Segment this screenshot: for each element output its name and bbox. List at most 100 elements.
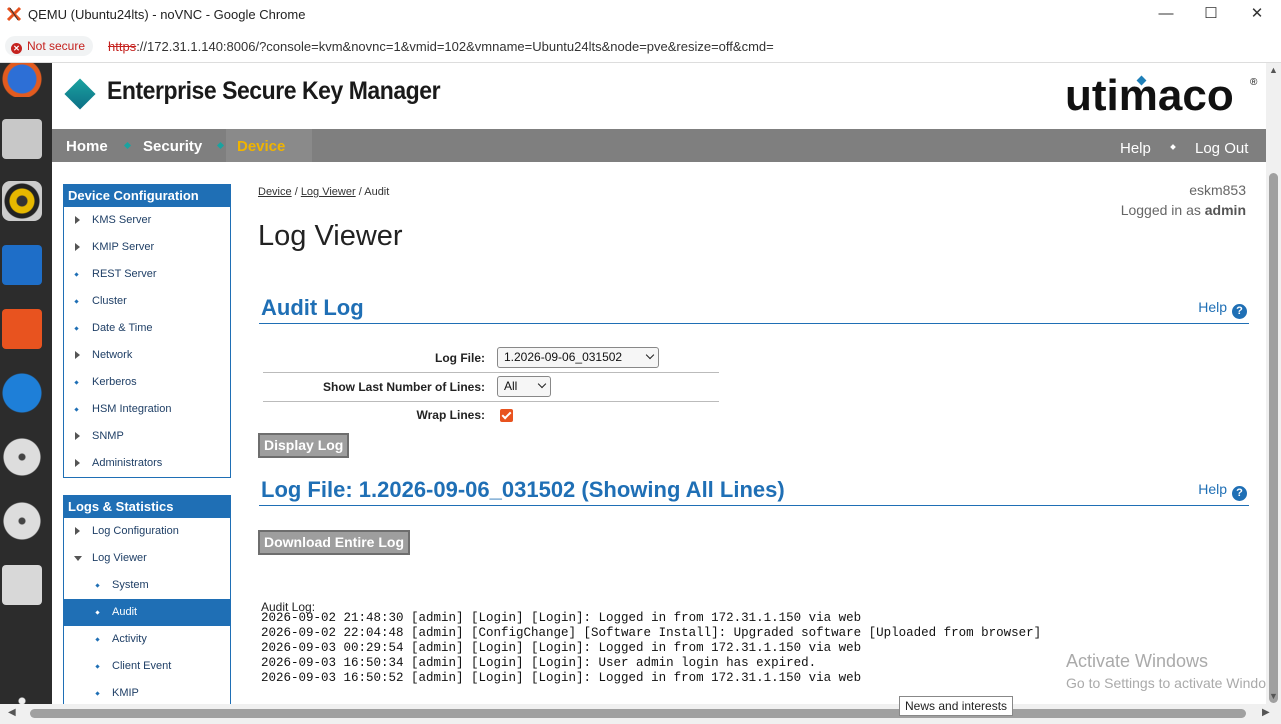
scroll-left-icon[interactable]: ◀ xyxy=(8,707,16,718)
sidebar-item-label: Audit xyxy=(112,606,138,618)
nav-home[interactable]: Home xyxy=(66,138,108,155)
sidebar-item-administrators[interactable]: Administrators xyxy=(64,450,230,477)
sidebar-item-label: Log Viewer xyxy=(92,552,147,564)
sidebar-item-label: KMS Server xyxy=(92,214,152,226)
app-title: Enterprise Secure Key Manager xyxy=(107,77,441,105)
log-file-select[interactable]: 1.2026-09-06_031502 xyxy=(497,347,659,368)
logged-in-prefix: Logged in as xyxy=(1120,202,1205,218)
help-label: Help xyxy=(1198,481,1227,497)
sidebar-item-log-configuration[interactable]: Log Configuration xyxy=(64,518,230,545)
eskm-logo-icon xyxy=(64,78,96,110)
sidebar-item-hsm-integration[interactable]: HSM Integration xyxy=(64,396,230,423)
nav-help[interactable]: Help xyxy=(1120,140,1151,157)
sidebar-item-activity[interactable]: Activity xyxy=(64,626,230,653)
log-line: 2026-09-03 00:29:54 [admin] [Login] [Log… xyxy=(261,641,862,655)
sidebar-item-label: Activity xyxy=(112,633,147,645)
scroll-down-icon[interactable]: ▼ xyxy=(1269,691,1278,701)
log-line: 2026-09-03 16:50:34 [admin] [Login] [Log… xyxy=(261,656,817,670)
sidebar-item-date-time[interactable]: Date & Time xyxy=(64,315,230,342)
page-title: Log Viewer xyxy=(258,220,403,252)
minimize-button[interactable]: — xyxy=(1155,4,1177,24)
sidebar-item-cluster[interactable]: Cluster xyxy=(64,288,230,315)
sidebar-item-kmip[interactable]: KMIP xyxy=(64,680,230,704)
breadcrumb-log-viewer[interactable]: Log Viewer xyxy=(301,186,356,198)
nav-items: Home Security Device Help Log Out xyxy=(52,129,1266,162)
sidebar-item-kerberos[interactable]: Kerberos xyxy=(64,369,230,396)
trash-icon[interactable] xyxy=(2,565,42,605)
nav-security[interactable]: Security xyxy=(143,138,202,155)
qemu-logo-icon xyxy=(6,6,22,22)
display-log-button[interactable]: Display Log xyxy=(258,433,350,458)
disc-icon-2[interactable] xyxy=(2,501,42,541)
show-lines-value: All xyxy=(504,379,518,393)
show-lines-row: Show Last Number of Lines: All xyxy=(263,373,719,402)
nav-separator xyxy=(216,141,225,150)
sidebar-item-label: Kerberos xyxy=(92,376,137,388)
not-secure-label: Not secure xyxy=(27,39,86,53)
scroll-up-icon[interactable]: ▲ xyxy=(1269,65,1278,75)
help-icon[interactable] xyxy=(2,373,42,413)
device-config-title: Device Configuration xyxy=(64,185,230,207)
collapse-triangle-icon xyxy=(74,556,82,561)
app-center-icon[interactable] xyxy=(2,309,42,349)
not-secure-badge[interactable]: ✕ Not secure xyxy=(5,36,94,56)
activate-windows-subtitle: Go to Settings to activate Windo xyxy=(1066,675,1266,691)
logged-in-as: Logged in as admin xyxy=(1121,200,1246,220)
maximize-button[interactable]: ☐ xyxy=(1200,4,1222,24)
wrap-lines-checkbox[interactable] xyxy=(500,409,513,422)
sidebar-item-log-viewer[interactable]: Log Viewer xyxy=(64,545,230,572)
help-icon: ? xyxy=(1232,486,1247,501)
writer-icon[interactable] xyxy=(2,245,42,285)
logs-stats-panel: Logs & Statistics Log Configuration Log V… xyxy=(63,495,231,704)
thunderbird-icon[interactable] xyxy=(2,63,42,97)
sidebar-item-label: Cluster xyxy=(92,295,127,307)
files-icon[interactable] xyxy=(2,119,42,159)
nav-separator xyxy=(123,141,132,150)
show-lines-select[interactable]: All xyxy=(497,376,551,397)
bullet-icon xyxy=(95,664,100,669)
help-label: Help xyxy=(1198,299,1227,315)
sidebar-item-label: Administrators xyxy=(92,457,163,469)
show-apps-icon[interactable] xyxy=(2,681,42,704)
browser-titlebar: QEMU (Ubuntu24lts) - noVNC - Google Chro… xyxy=(0,0,1281,30)
log-file-title: Log File: 1.2026-09-06_031502 (Showing A… xyxy=(261,477,785,502)
expand-triangle-icon xyxy=(75,459,80,467)
rhythmbox-icon[interactable] xyxy=(2,181,42,221)
audit-help-link[interactable]: Help? xyxy=(1198,299,1247,319)
vertical-scroll-thumb[interactable] xyxy=(1269,173,1278,703)
wrap-lines-label: Wrap Lines: xyxy=(416,408,485,422)
expand-triangle-icon xyxy=(75,243,80,251)
sidebar-item-label: REST Server xyxy=(92,268,157,280)
sidebar-item-kmip-server[interactable]: KMIP Server xyxy=(64,234,230,261)
bullet-icon xyxy=(95,637,100,642)
sidebar-item-kms-server[interactable]: KMS Server xyxy=(64,207,230,234)
logs-stats-title: Logs & Statistics xyxy=(64,496,230,518)
nav-device[interactable]: Device xyxy=(237,138,285,155)
sidebar-item-system[interactable]: System xyxy=(64,572,230,599)
audit-log-title: Audit Log xyxy=(261,295,364,320)
download-log-button[interactable]: Download Entire Log xyxy=(258,530,410,555)
logfile-help-link[interactable]: Help? xyxy=(1198,481,1247,501)
sidebar-item-label: HSM Integration xyxy=(92,403,172,415)
nav-logout[interactable]: Log Out xyxy=(1195,140,1248,157)
disc-icon[interactable] xyxy=(2,437,42,477)
close-button[interactable]: ✕ xyxy=(1246,4,1268,24)
scroll-right-icon[interactable]: ▶ xyxy=(1262,707,1270,718)
horizontal-scroll-thumb[interactable] xyxy=(30,709,1246,718)
sidebar-item-label: KMIP xyxy=(112,687,139,699)
sidebar-item-audit[interactable]: Audit xyxy=(64,599,230,626)
expand-triangle-icon xyxy=(75,432,80,440)
sidebar-item-label: Log Configuration xyxy=(92,525,179,537)
sidebar-item-client-event[interactable]: Client Event xyxy=(64,653,230,680)
horizontal-scrollbar[interactable]: ◀ ▶ xyxy=(0,704,1281,724)
url-field[interactable]: https://172.31.1.140:8006/?console=kvm&n… xyxy=(108,39,774,54)
vertical-scrollbar[interactable]: ▲ ▼ xyxy=(1266,63,1281,704)
bullet-icon xyxy=(74,326,79,331)
address-bar: ✕ Not secure https://172.31.1.140:8006/?c… xyxy=(0,31,1281,63)
sidebar-item-snmp[interactable]: SNMP xyxy=(64,423,230,450)
sidebar-item-rest-server[interactable]: REST Server xyxy=(64,261,230,288)
sidebar-item-network[interactable]: Network xyxy=(64,342,230,369)
breadcrumb-device[interactable]: Device xyxy=(258,186,292,198)
bullet-icon xyxy=(74,299,79,304)
log-line: 2026-09-02 21:48:30 [admin] [Login] [Log… xyxy=(261,611,862,625)
